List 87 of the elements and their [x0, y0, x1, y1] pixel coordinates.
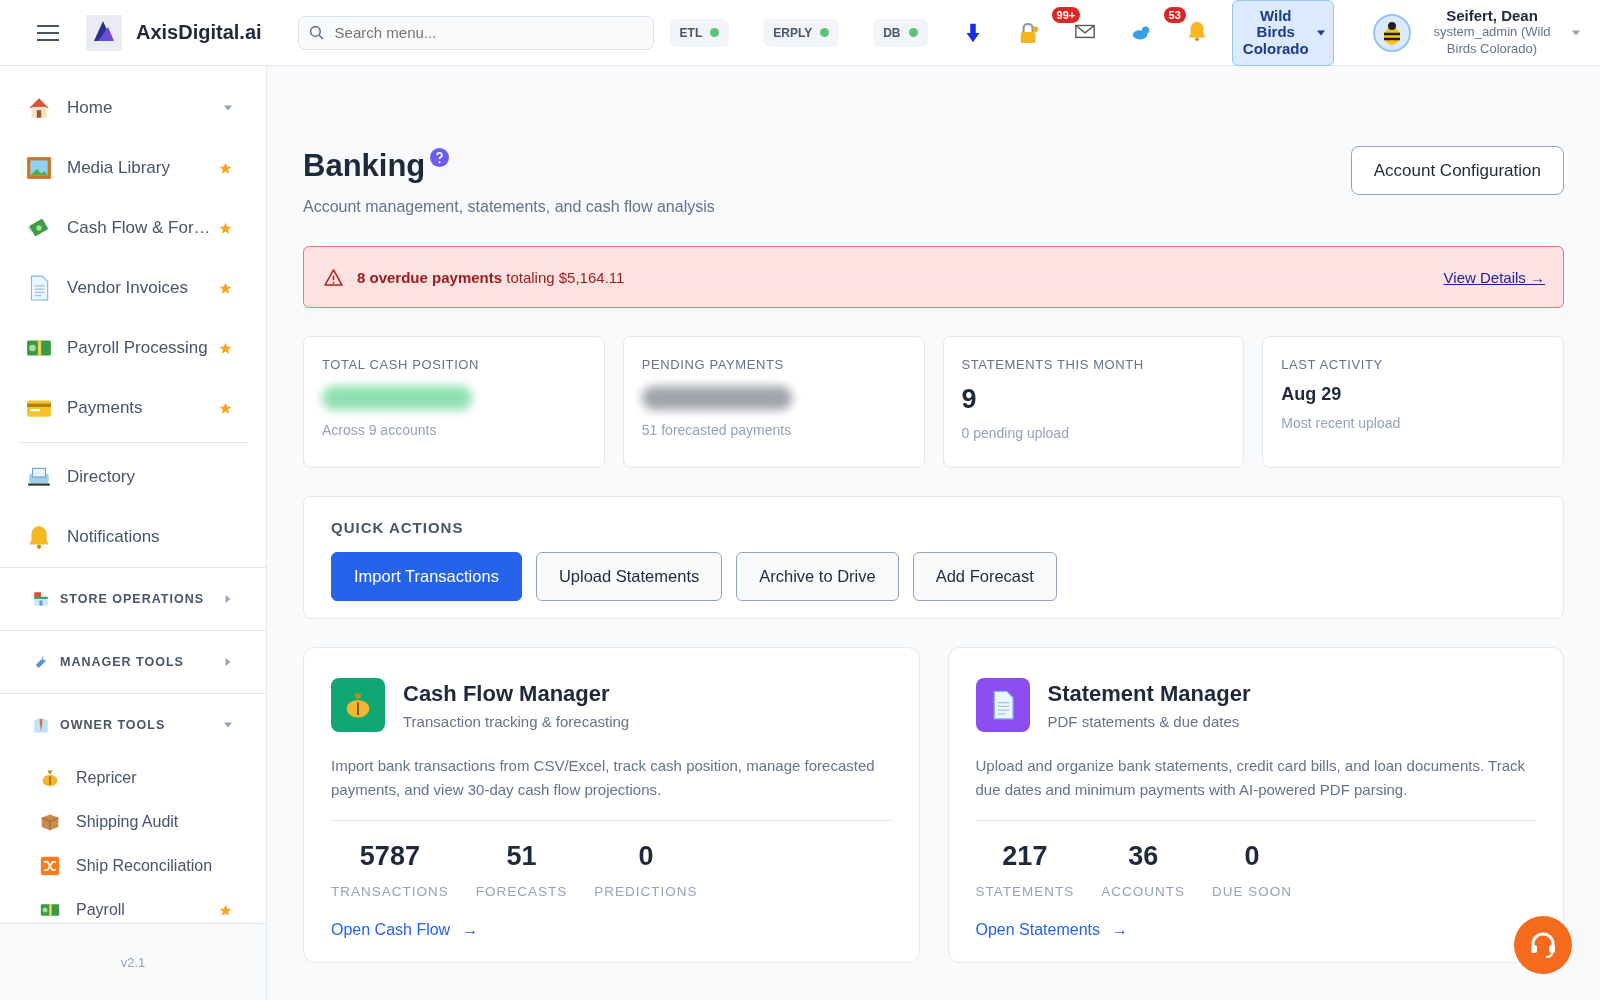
shuffle-icon [40, 856, 60, 876]
search-icon [308, 24, 325, 41]
logo-icon [86, 14, 122, 51]
notification-badge: 53 [1163, 6, 1186, 23]
module-subtitle: Transaction tracking & forecasting [403, 712, 630, 730]
stat-value: Aug 29 [1281, 384, 1342, 405]
sidebar-item[interactable]: Shipping Audit [32, 800, 232, 844]
search-field[interactable]: Search menu... [297, 15, 654, 50]
sidebar-item[interactable]: Media Library [0, 138, 266, 198]
module-description: Upload and organize bank statements, credit card bills, and loan documents. Track due dates and minimum payments with AI-powered PDF parsing. [975, 754, 1536, 821]
avatar-icon[interactable] [1372, 12, 1412, 53]
stat-label: TOTAL CASH POSITION [322, 357, 480, 372]
module-subtitle: PDF statements & due dates [1047, 712, 1241, 730]
user-role: system_admin (Wild Birds Colorado) [1432, 24, 1552, 58]
warning-icon [324, 268, 343, 286]
action-button[interactable]: Archive to Drive [736, 552, 899, 601]
service-status[interactable]: ERPLY [763, 18, 840, 47]
store-selector[interactable]: Wild Birds Colorado [1231, 0, 1334, 66]
metric-value: 0 [638, 841, 654, 872]
bell-icon [26, 524, 52, 550]
picture-frame-icon [26, 155, 52, 181]
star-icon[interactable] [219, 281, 232, 295]
stat-label: PENDING PAYMENTS [641, 357, 784, 372]
sidebar-item[interactable]: Ship Reconciliation [32, 844, 232, 888]
sidebar-item[interactable]: Payments [0, 378, 266, 438]
stat-label: STATEMENTS THIS MONTH [961, 357, 1144, 372]
sidebar-item[interactable]: Notifications [0, 507, 266, 567]
metric-label: STATEMENTS [975, 884, 1075, 899]
metric-label: DUE SOON [1212, 884, 1293, 899]
money-bag-icon [40, 768, 60, 788]
action-button[interactable]: Add Forecast [912, 552, 1057, 601]
action-button[interactable]: Upload Statements [535, 552, 723, 601]
service-status[interactable]: ETL [669, 18, 730, 47]
module-description: Import bank transactions from CSV/Excel, track cash position, manage forecasted payments, and view 30-day cash flow projections. [331, 754, 892, 821]
stat-note: Most recent upload [1281, 415, 1401, 431]
star-icon[interactable] [219, 161, 232, 175]
brand-name[interactable]: AxisDigital.ai [136, 21, 262, 44]
account-configuration-button[interactable]: Account Configuration [1350, 146, 1564, 195]
metric-value: 51 [506, 841, 537, 872]
view-details-link[interactable]: View Details → [1443, 268, 1545, 286]
sidebar-item[interactable]: Directory [0, 447, 266, 507]
section-header[interactable]: MANAGER TOOLS [32, 631, 232, 693]
metric-label: ACCOUNTS [1101, 884, 1186, 899]
page-title: Banking [303, 148, 426, 184]
version-label: v2.1 [120, 954, 146, 970]
metric-label: PREDICTIONS [594, 884, 698, 899]
star-icon[interactable] [219, 341, 232, 355]
stat-label: LAST ACTIVITY [1281, 357, 1383, 372]
help-icon[interactable] [430, 148, 450, 167]
module-title: Cash Flow Manager [403, 680, 611, 707]
sidebar-item[interactable]: Payroll [32, 888, 232, 923]
section-header[interactable]: STORE OPERATIONS [32, 568, 232, 630]
metric-label: FORECASTS [475, 884, 568, 899]
sidebar-item[interactable]: Cash Flow & For… [0, 198, 266, 258]
alert-message: 8 overdue payments totaling $5,164.11 [357, 268, 626, 286]
star-icon[interactable] [219, 221, 232, 235]
user-name: Seifert, Dean [1446, 7, 1538, 25]
menu-icon[interactable] [36, 23, 60, 42]
section-header[interactable]: OWNER TOOLS [32, 694, 232, 756]
star-icon[interactable] [219, 903, 232, 917]
panel-title: QUICK ACTIONS [331, 519, 465, 536]
module-link[interactable]: Open Cash Flow → [331, 921, 479, 939]
module-title: Statement Manager [1047, 680, 1251, 707]
sidebar-item[interactable]: Vendor Invoices [0, 258, 266, 318]
metric-label: TRANSACTIONS [331, 884, 449, 899]
metric-value: 5787 [359, 841, 420, 872]
module-link[interactable]: Open Statements → [975, 921, 1128, 939]
store-icon [32, 590, 50, 608]
stat-note: 0 pending upload [961, 425, 1069, 441]
metric-value: 217 [1002, 841, 1048, 872]
mail-badge: 99+ [1051, 6, 1081, 23]
metric-value: 36 [1128, 841, 1159, 872]
stat-note: Across 9 accounts [322, 422, 437, 438]
page-subtitle: Account management, statements, and cash flow analysis [303, 198, 715, 216]
package-icon [40, 812, 60, 832]
service-status[interactable]: DB [873, 18, 928, 47]
star-icon[interactable] [219, 401, 232, 415]
metric-value: 0 [1244, 841, 1260, 872]
sidebar-item[interactable]: Repricer [32, 756, 232, 800]
support-button[interactable] [1514, 916, 1572, 974]
caret-icon[interactable] [1316, 29, 1325, 36]
action-button[interactable]: Import Transactions [331, 552, 522, 601]
shirt-icon [32, 716, 50, 734]
sidebar-item[interactable]: Payroll Processing [0, 318, 266, 378]
sidebar-item[interactable]: Home [0, 78, 266, 138]
stat-note: 51 forecasted payments [641, 422, 792, 438]
stat-value: 9 [961, 384, 977, 415]
